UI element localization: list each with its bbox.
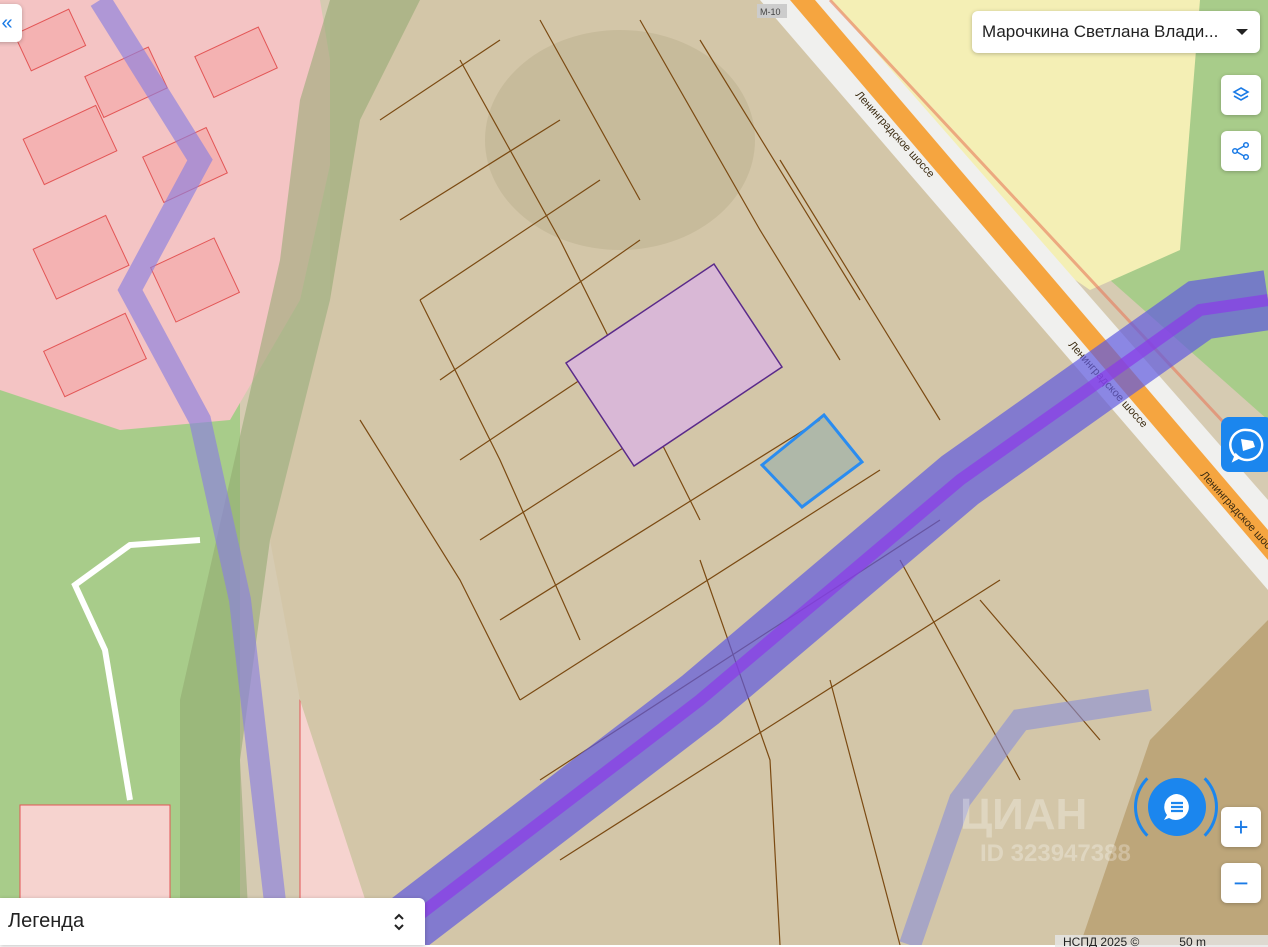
owner-select[interactable]: Марочкина Светлана Влади... [972, 11, 1260, 53]
caret-down-icon [1236, 29, 1248, 35]
watermark-brand: ЦИАН [960, 790, 1088, 839]
route-badge-label: М-10 [760, 7, 781, 17]
legend-label: Легенда [8, 910, 85, 932]
layers-button[interactable] [1221, 75, 1261, 115]
share-button[interactable] [1221, 131, 1261, 171]
cadastral-map[interactable]: Ленинградское шоссе Ленинградское шоссе … [0, 0, 1268, 945]
share-icon [1231, 141, 1250, 161]
cadastre-logo-icon [1229, 428, 1264, 463]
owner-select-value: Марочкина Светлана Влади... [982, 22, 1219, 41]
scale-bar-label: 50 m [1179, 935, 1206, 947]
pkk-app-button[interactable] [1221, 417, 1268, 472]
watermark-id: ID 323947388 [980, 840, 1131, 867]
zoom-in-button[interactable]: + [1221, 807, 1261, 847]
legend-toggle[interactable]: Легенда [0, 898, 425, 945]
zoom-out-button[interactable]: − [1221, 863, 1261, 903]
collapse-panel-button[interactable]: « [0, 4, 22, 42]
chat-icon [1164, 794, 1189, 820]
map-attribution: НСПД 2025 © 50 m [1055, 935, 1268, 947]
expand-collapse-icon [394, 913, 404, 930]
attribution-text: НСПД 2025 © [1063, 935, 1140, 947]
double-chevron-left-icon: « [1, 11, 13, 34]
layers-icon [1232, 87, 1250, 101]
chat-button[interactable] [1148, 778, 1206, 836]
